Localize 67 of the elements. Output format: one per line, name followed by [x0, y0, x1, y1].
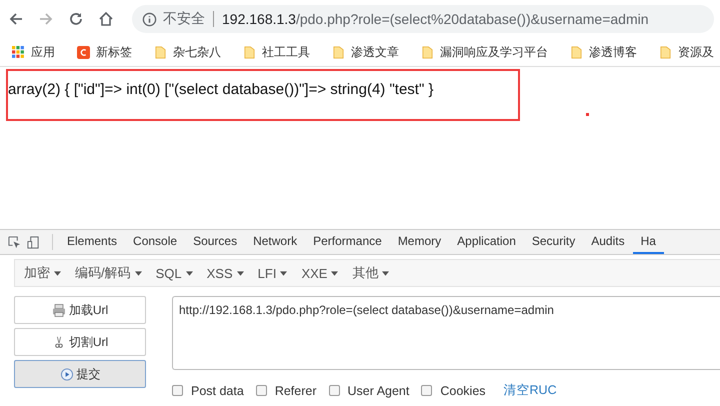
stray-mark — [586, 113, 589, 116]
apps-icon[interactable] — [12, 46, 25, 58]
devtools-tab[interactable]: Sources — [185, 230, 246, 254]
home-icon[interactable] — [98, 11, 114, 27]
folder-icon[interactable] — [154, 46, 167, 58]
reload-icon[interactable] — [68, 11, 84, 27]
caret-icon — [236, 270, 244, 276]
device-icon[interactable] — [27, 236, 40, 248]
checkbox-label: Referer — [274, 384, 317, 398]
checkbox-label: Post data — [191, 384, 244, 398]
hackbar-button[interactable]: 切割Url — [14, 328, 146, 356]
devtools-tab[interactable]: Application — [449, 230, 524, 254]
caret-icon — [54, 270, 61, 276]
clear-link[interactable]: 清空RUC — [504, 382, 557, 399]
bookmark-item[interactable]: 渗透文章 — [351, 44, 399, 60]
hackbar-button[interactable]: 提交 — [14, 360, 146, 388]
play-icon — [60, 368, 74, 380]
printer-icon — [52, 304, 66, 316]
caret-icon — [382, 270, 390, 276]
devtools-tab[interactable]: Console — [125, 230, 186, 254]
devtools-tab[interactable]: Elements — [59, 230, 126, 254]
forward-icon[interactable] — [38, 11, 54, 27]
menu-dropdown[interactable]: 其他 — [345, 264, 396, 282]
devtools-tab[interactable]: Security — [524, 230, 584, 254]
url-path: /pdo.php?role=(select%20database())&username=admin — [296, 11, 649, 27]
caret-icon — [186, 270, 193, 276]
checkbox[interactable] — [256, 385, 267, 396]
security-label: 不安全 — [163, 10, 205, 28]
menu-dropdown[interactable]: 加密 — [17, 264, 68, 282]
folder-icon[interactable] — [332, 46, 345, 58]
folder-icon[interactable] — [570, 46, 583, 58]
checkbox[interactable] — [172, 385, 183, 396]
checkbox[interactable] — [328, 385, 340, 396]
inspect-icon[interactable] — [8, 236, 21, 248]
url-input-field[interactable]: http://192.168.1.3/pdo.php?role=(select database())&username=admin — [172, 296, 720, 370]
info-icon — [142, 12, 157, 26]
devtools-tab[interactable]: Performance — [305, 230, 390, 254]
devtools-tab[interactable]: Audits — [583, 230, 633, 254]
url-host: 192.168.1.3 — [222, 11, 296, 27]
bookmark-item[interactable]: 漏洞响应及学习平台 — [440, 44, 548, 60]
menu-dropdown[interactable]: 编码/解码 — [68, 264, 149, 282]
var-dump-output: array(2) { ["id"]=> int(0) ["(select database())"]=> string(4) "test" } — [8, 81, 434, 98]
bookmark-item[interactable]: 渗透博客 — [589, 44, 637, 60]
bookmark-item[interactable]: 资源及 — [678, 44, 714, 60]
folder-icon[interactable] — [659, 46, 672, 58]
caret-icon — [331, 270, 338, 276]
checkbox-label: Cookies — [440, 384, 486, 398]
bookmark-item[interactable]: 应用 — [31, 44, 55, 60]
folder-icon[interactable] — [243, 46, 256, 58]
menu-dropdown[interactable]: LFI — [250, 266, 294, 280]
menu-dropdown[interactable]: SQL — [148, 266, 200, 280]
caret-icon — [134, 270, 142, 276]
bookmark-item[interactable]: 杂七杂八 — [173, 44, 221, 60]
checkbox[interactable] — [421, 385, 432, 396]
menu-dropdown[interactable]: XSS — [200, 266, 251, 280]
folder-icon[interactable] — [421, 46, 434, 58]
devtools-tab[interactable]: Memory — [390, 230, 450, 254]
menu-dropdown[interactable]: XXE — [294, 266, 346, 280]
caret-icon — [280, 270, 288, 276]
checkbox-label: User Agent — [348, 384, 410, 398]
site-icon[interactable] — [77, 46, 90, 58]
devtools-tab[interactable]: Network — [245, 230, 306, 254]
back-icon[interactable] — [8, 11, 24, 27]
hackbar-button[interactable]: 加载Url — [14, 296, 146, 324]
bookmark-item[interactable]: 社工工具 — [262, 44, 310, 60]
bookmark-item[interactable]: 新标签 — [96, 44, 132, 60]
address-bar[interactable]: 不安全 192.168.1.3/pdo.php?role=(select%20database())&username=admin — [132, 5, 714, 33]
